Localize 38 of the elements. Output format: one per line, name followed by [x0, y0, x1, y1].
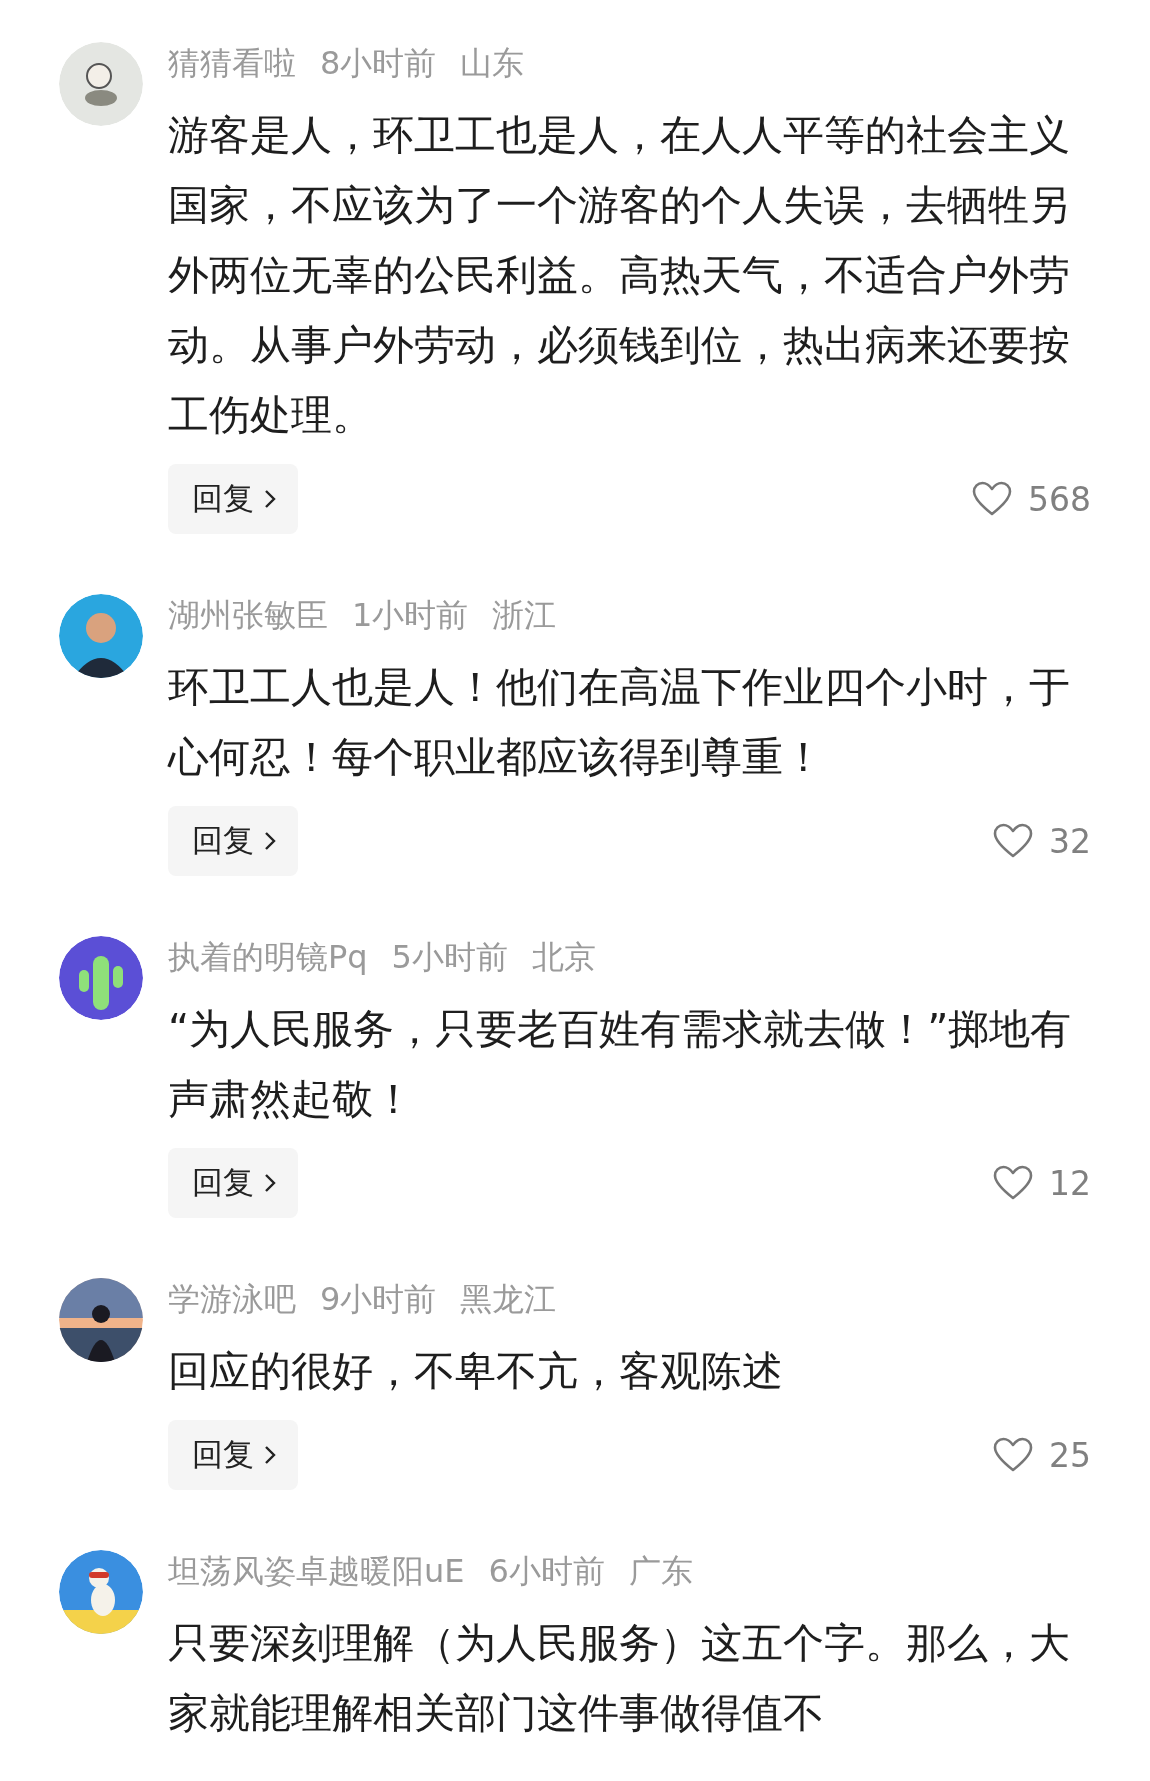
user-name[interactable]: 湖州张敏臣 — [168, 594, 328, 638]
heart-icon[interactable] — [993, 1437, 1033, 1473]
comment-text: 环卫工人也是人！他们在高温下作业四个小时，于心何忍！每个职业都应该得到尊重！ — [168, 662, 1071, 783]
user-name[interactable]: 坦荡风姿卓越暖阳uE — [168, 1550, 465, 1594]
comment-time: 8小时前 — [320, 43, 437, 84]
comment-location: 山东 — [460, 43, 525, 84]
comment-time: 5小时前 — [391, 937, 508, 978]
reply-button[interactable]: 回复 — [168, 464, 298, 534]
comment-text: 只要深刻理解（为人民服务）这五个字。那么，大家就能理解相关部门这件事做得值不 — [168, 1618, 1071, 1739]
comment-text: “为人民服务，只要老百姓有需求就去做！”掷地有声肃然起敬！ — [168, 1004, 1073, 1125]
comment-text: 回应的很好，不卑不亢，客观陈述 — [168, 1346, 784, 1397]
avatar-icon[interactable] — [59, 594, 143, 678]
comment-location: 广东 — [628, 1551, 693, 1592]
chevron-icon — [264, 831, 276, 851]
reply-button[interactable]: 回复 — [168, 806, 298, 876]
like-count: 12 — [1049, 1163, 1091, 1203]
like-count: 32 — [1049, 821, 1091, 861]
user-name[interactable]: 执着的明镜Pq — [168, 936, 368, 980]
heart-icon[interactable] — [972, 481, 1012, 517]
comment-location: 浙江 — [492, 595, 557, 636]
comment-time: 9小时前 — [320, 1279, 437, 1320]
reply-button[interactable]: 回复 — [168, 1420, 298, 1490]
comment-time: 6小时前 — [488, 1551, 605, 1592]
comment-text: 游客是人，环卫工也是人，在人人平等的社会主义国家，不应该为了一个游客的个人失误，去牺牲另外两位无辜的公民利益。高热天气，不适合户外劳动。从事户外劳动，必须钱到位，热出病来还要按工伤处理。 — [168, 110, 1071, 441]
heart-icon[interactable] — [993, 823, 1033, 859]
user-name[interactable]: 猜猜看啦 — [168, 42, 296, 86]
comment-location: 北京 — [531, 937, 596, 978]
avatar-icon[interactable] — [59, 1278, 143, 1362]
chevron-icon — [264, 489, 276, 509]
heart-icon[interactable] — [993, 1165, 1033, 1201]
chevron-icon — [264, 1173, 276, 1193]
like-count: 568 — [1028, 479, 1091, 519]
chevron-icon — [264, 1445, 276, 1465]
user-name[interactable]: 学游泳吧 — [168, 1278, 296, 1322]
reply-button[interactable]: 回复 — [168, 1148, 298, 1218]
like-count: 25 — [1049, 1435, 1091, 1475]
comment-location: 黑龙江 — [460, 1279, 557, 1320]
comment-time: 1小时前 — [352, 595, 469, 636]
